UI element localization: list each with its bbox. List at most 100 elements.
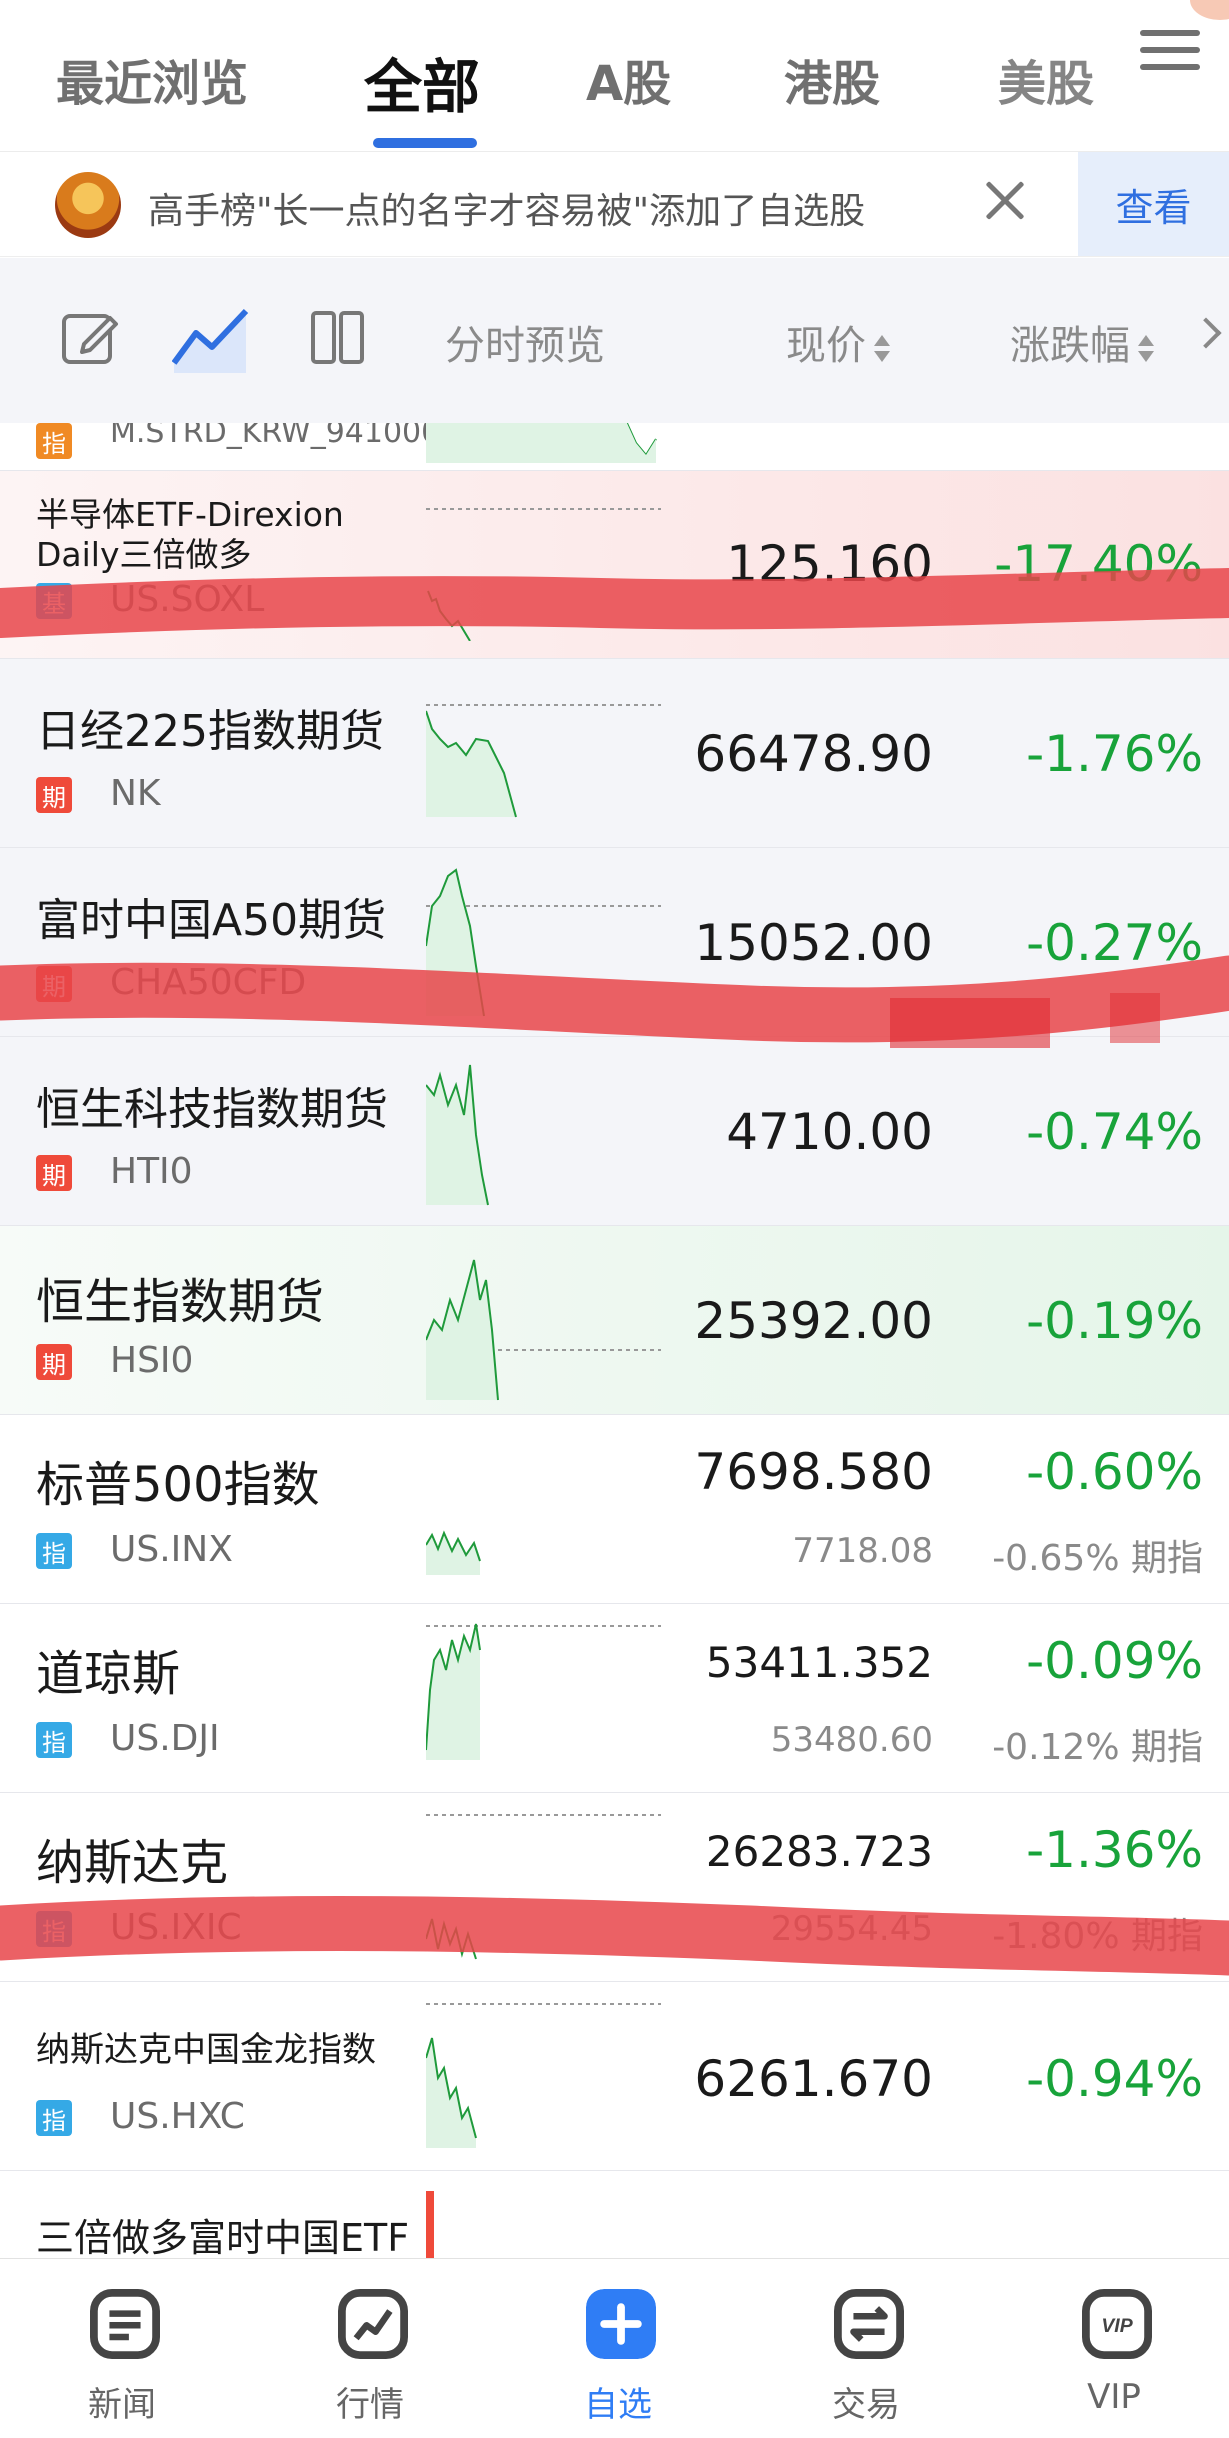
current-price: 125.160 (726, 535, 933, 593)
stock-code: US.SOXL (110, 579, 265, 620)
current-price: 15052.00 (694, 914, 933, 972)
stock-name: 纳斯达克 (36, 1835, 229, 1891)
list-item[interactable]: 指 M.STRD_KRW_941000 (0, 423, 1229, 471)
futures-badge: 期 (36, 966, 72, 1002)
sparkline-chart (426, 1064, 489, 1206)
list-item[interactable]: 半导体ETF-Direxion Daily三倍做多 基 US.SOXL 125.… (0, 471, 1229, 659)
tab-us[interactable]: 美股 (998, 44, 1094, 114)
index-badge: 指 (36, 1722, 72, 1758)
list-item[interactable]: 纳斯达克 指 US.IXIC 26283.723 -1.36% 29554.45… (0, 1793, 1229, 1982)
current-price: 6261.670 (694, 2050, 933, 2108)
bottom-navigation: 新闻 行情 自选 交易 VIP VIP (0, 2258, 1229, 2438)
futures-change: -1.80% 期指 (992, 1916, 1203, 1957)
tab-recent[interactable]: 最近浏览 (56, 44, 248, 114)
user-avatar (55, 172, 121, 238)
nav-news[interactable]: 新闻 (42, 2259, 202, 2438)
tab-hk[interactable]: 港股 (784, 44, 880, 114)
tab-a-share[interactable]: A股 (586, 44, 671, 114)
menu-icon[interactable] (1140, 30, 1200, 80)
change-percent: -0.74% (1026, 1103, 1203, 1161)
change-header-label: 涨跌幅 (1010, 323, 1130, 369)
current-price: 53411.352 (705, 1638, 933, 1687)
stock-name: 三倍做多富时中国ETF (36, 2216, 410, 2258)
stock-name: 半导体ETF-Direxion Daily三倍做多 (36, 495, 344, 574)
stock-code: NK (110, 773, 161, 814)
change-percent: -0.09% (1026, 1632, 1203, 1690)
edit-icon[interactable] (60, 308, 120, 368)
nav-market[interactable]: 行情 (290, 2259, 450, 2438)
stock-code: HSI0 (110, 1340, 194, 1381)
change-sort-header[interactable]: 涨跌幅 (1010, 313, 1154, 371)
sparkline-toggle-icon[interactable] (172, 303, 250, 373)
vip-icon: VIP (1082, 2289, 1152, 2359)
futures-change: -0.12% 期指 (992, 1727, 1203, 1768)
exchange-icon (834, 2289, 904, 2359)
columns-icon[interactable] (310, 310, 365, 365)
stock-name: 标普500指数 (36, 1457, 320, 1513)
nav-vip-label: VIP (1087, 2377, 1141, 2417)
sparkline-chart (426, 704, 661, 818)
current-price: 26283.723 (705, 1827, 933, 1876)
futures-badge: 期 (36, 1155, 72, 1191)
view-button[interactable]: 查看 (1078, 152, 1229, 256)
stock-code: US.DJI (110, 1718, 220, 1759)
nav-watchlist[interactable]: 自选 (538, 2259, 698, 2438)
list-item[interactable]: 纳斯达克中国金龙指数 指 US.HXC 6261.670 -0.94% (0, 1982, 1229, 2171)
chart-icon (338, 2289, 408, 2359)
nav-trade-label: 交易 (832, 2385, 900, 2425)
futures-badge: 期 (36, 1344, 72, 1380)
list-item[interactable]: 标普500指数 指 US.INX 7698.580 -0.60% 7718.08… (0, 1415, 1229, 1604)
sparkline-chart (426, 868, 661, 1017)
list-item[interactable]: 道琼斯 指 US.DJI 53411.352 -0.09% 53480.60 -… (0, 1604, 1229, 1793)
nav-news-label: 新闻 (88, 2385, 156, 2425)
futures-price: 53480.60 (770, 1720, 933, 1760)
stock-code: US.INX (110, 1529, 233, 1570)
close-icon[interactable] (980, 176, 1030, 226)
stock-code: US.IXIC (110, 1907, 242, 1948)
nav-market-label: 行情 (336, 2385, 404, 2425)
news-icon (90, 2289, 160, 2359)
sparkline-chart (426, 2003, 661, 2148)
watchlist: 指 M.STRD_KRW_941000 半导体ETF-Direxion Dail… (0, 423, 1229, 2258)
futures-price: 29554.45 (770, 1909, 933, 1949)
stock-name: 恒生科技指数期货 (36, 1084, 388, 1135)
nav-trade[interactable]: 交易 (786, 2259, 946, 2438)
notice-bar: 高手榜"长一点的名字才容易被"添加了自选股 查看 (0, 152, 1229, 257)
stock-name: 日经225指数期货 (36, 706, 384, 757)
sparkline-chart (426, 423, 657, 463)
change-percent: -0.60% (1026, 1443, 1203, 1501)
list-item[interactable]: 三倍做多富时中国ETF (0, 2171, 1229, 2258)
stock-code: CHA50CFD (110, 962, 307, 1003)
sparkline-chart (426, 1623, 661, 1760)
futures-change: -0.65% 期指 (992, 1538, 1203, 1579)
active-tab-indicator (373, 138, 477, 148)
sparkline-chart (426, 508, 661, 641)
stock-code: HTI0 (110, 1151, 193, 1192)
tab-all[interactable]: 全部 (364, 40, 480, 124)
nav-vip[interactable]: VIP VIP (1034, 2259, 1194, 2438)
stock-code: US.HXC (110, 2096, 245, 2137)
nav-watchlist-label: 自选 (584, 2385, 652, 2425)
index-badge: 指 (36, 423, 72, 459)
sparkline-chart (426, 1814, 661, 1960)
list-item[interactable]: 恒生指数期货 期 HSI0 25392.00 -0.19% (0, 1226, 1229, 1415)
stock-name: 富时中国A50期货 (36, 895, 387, 946)
notification-dot (1190, 0, 1229, 20)
index-badge: 指 (36, 2100, 72, 2136)
list-item[interactable]: 恒生科技指数期货 期 HTI0 4710.00 -0.74% (0, 1037, 1229, 1226)
price-header-label: 现价 (786, 323, 866, 369)
vip-icon-text: VIP (1101, 2315, 1132, 2337)
change-percent: -0.94% (1026, 2050, 1203, 2108)
sparkline-chart (426, 1530, 481, 1575)
index-badge: 指 (36, 1533, 72, 1569)
list-toolbar: 分时预览 现价 涨跌幅 (0, 258, 1229, 423)
notice-text: 高手榜"长一点的名字才容易被"添加了自选股 (148, 191, 866, 232)
change-percent: -1.36% (1026, 1821, 1203, 1879)
list-item[interactable]: 日经225指数期货 期 NK 66478.90 -1.76% (0, 659, 1229, 848)
sort-icon (1138, 334, 1154, 362)
sparkline-chart (426, 2191, 434, 2258)
price-sort-header[interactable]: 现价 (786, 313, 890, 371)
futures-price: 7718.08 (792, 1531, 933, 1571)
current-price: 4710.00 (726, 1103, 933, 1161)
list-item[interactable]: 富时中国A50期货 期 CHA50CFD 15052.00 -0.27% (0, 848, 1229, 1037)
